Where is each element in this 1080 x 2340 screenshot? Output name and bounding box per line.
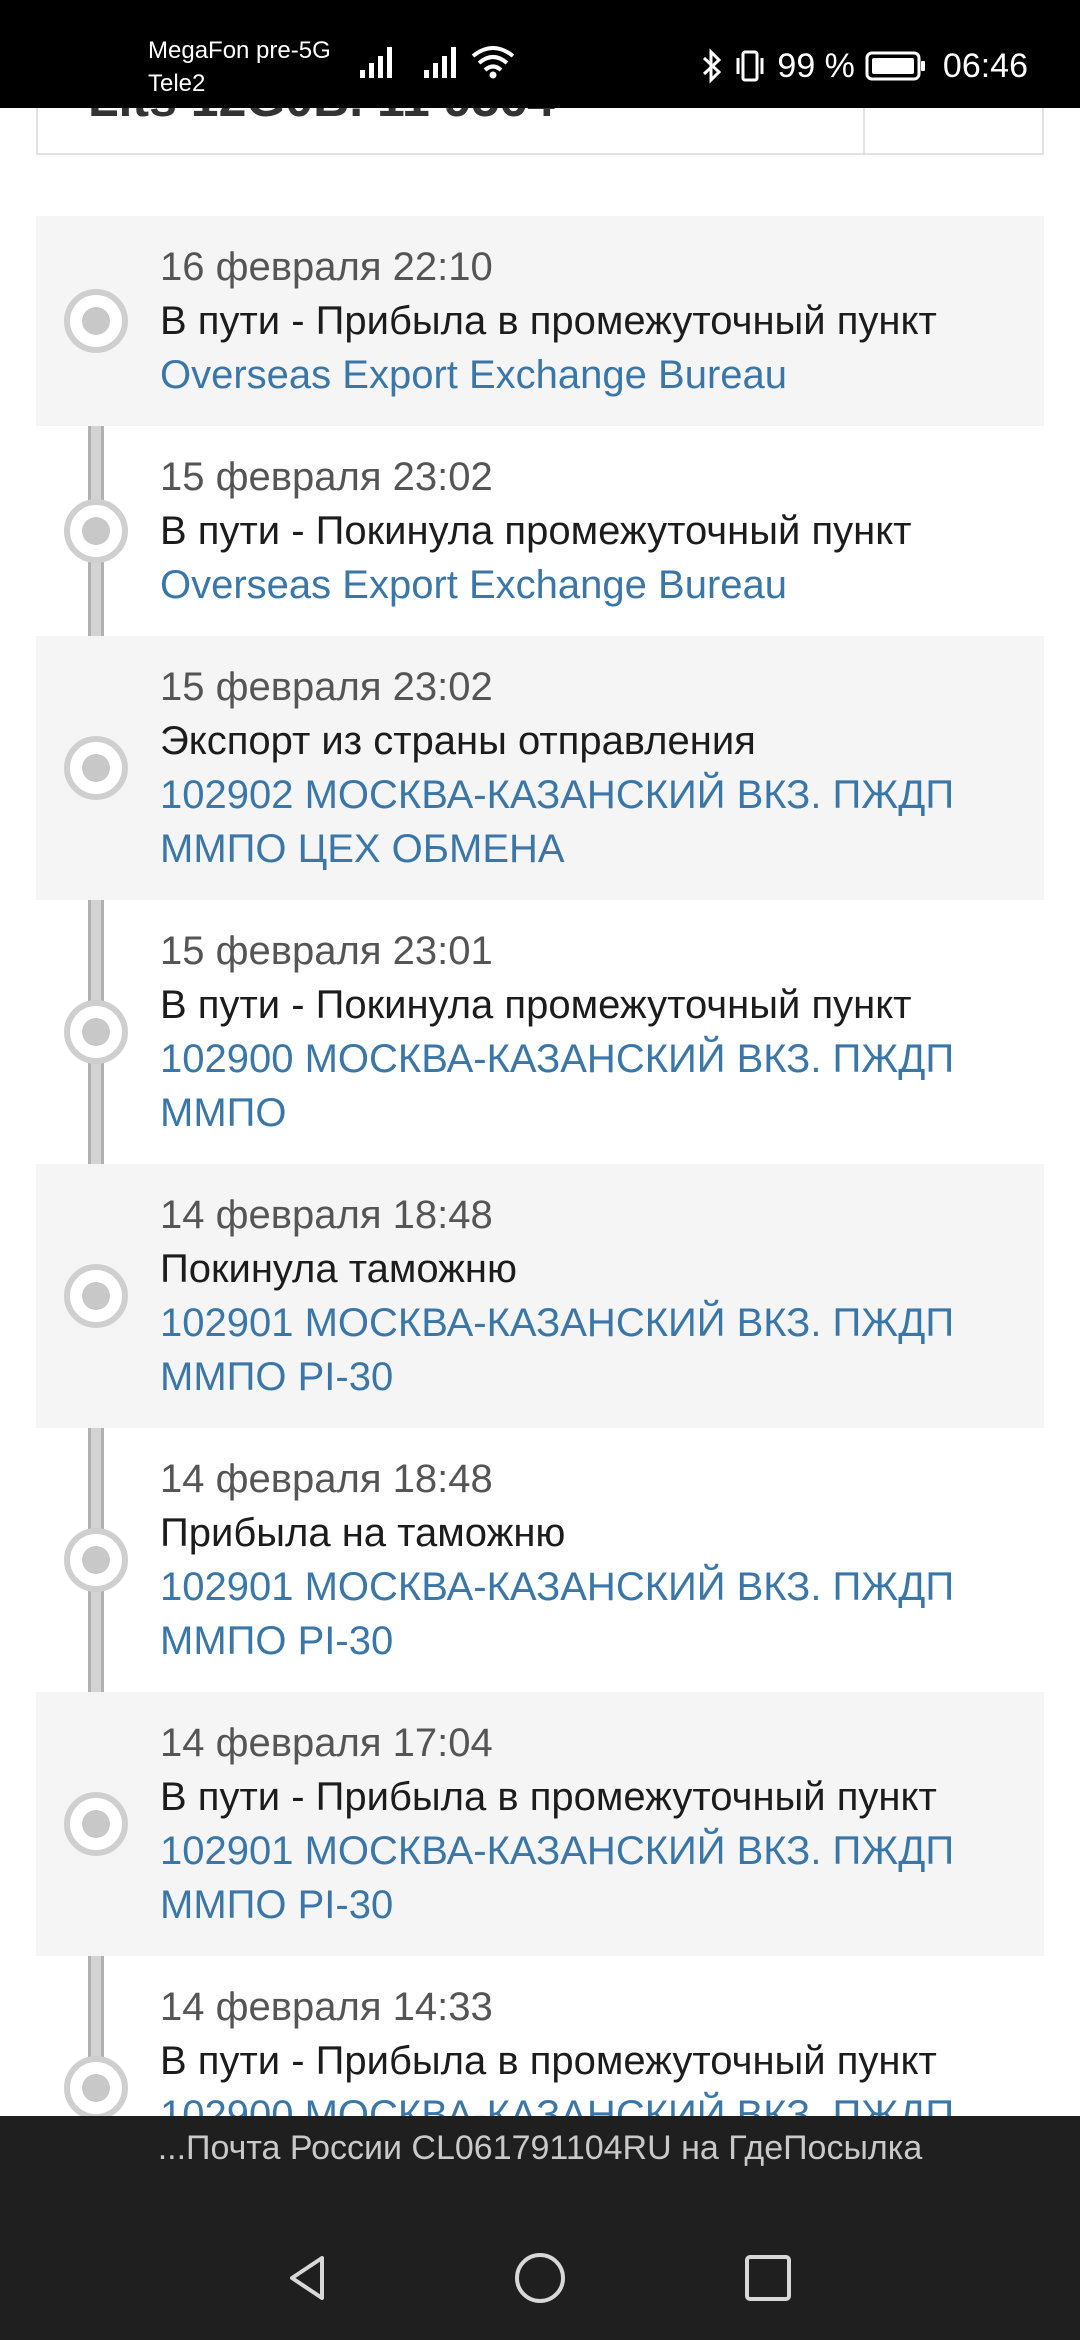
timeline-dot-icon (64, 736, 128, 800)
event-status: В пути - Прибыла в промежуточный пункт (160, 2039, 937, 2083)
timeline-event: 14 февраля 18:48 Покинула таможню 102901… (36, 1164, 1044, 1428)
event-status: В пути - Прибыла в промежуточный пункт (160, 299, 937, 343)
event-date: 14 февраля 14:33 (160, 1985, 493, 2029)
event-date: 14 февраля 18:48 (160, 1457, 493, 1501)
timeline-dot-icon (64, 1264, 128, 1328)
timeline-event: 16 февраля 22:10 В пути - Прибыла в пром… (36, 216, 1044, 426)
event-date: 15 февраля 23:02 (160, 455, 493, 499)
page-title-label: ...Почта России CL061791104RU на ГдеПосы… (157, 2129, 923, 2167)
event-place-link[interactable]: Overseas Export Exchange Bureau (160, 558, 1024, 612)
event-status: Прибыла на таможню (160, 1511, 566, 1555)
event-status: Экспорт из страны отправления (160, 719, 756, 763)
event-place-link[interactable]: 102901 МОСКВА-КАЗАНСКИЙ ВКЗ. ПЖДП ММПО P… (160, 1560, 1024, 1668)
event-date: 15 февраля 23:02 (160, 665, 493, 709)
carrier-name-secondary: Tele2 (148, 70, 206, 97)
timeline-event: 14 февраля 17:04 В пути - Прибыла в пром… (36, 1692, 1044, 1956)
clock: 06:46 (942, 46, 1028, 85)
timeline-event: 15 февраля 23:01 В пути - Покинула проме… (36, 900, 1044, 1164)
event-place-link[interactable]: 102902 МОСКВА-КАЗАНСКИЙ ВКЗ. ПЖДП ММПО Ц… (160, 768, 1024, 876)
status-indicators: 99 % 06:46 (701, 46, 1028, 86)
event-place-link[interactable]: 102901 МОСКВА-КАЗАНСКИЙ ВКЗ. ПЖДП ММПО P… (160, 1824, 1024, 1932)
timeline-dot-icon (64, 2056, 128, 2120)
event-status: В пути - Прибыла в промежуточный пункт (160, 1775, 937, 1819)
timeline-dot-icon (64, 289, 128, 353)
signal-icon (358, 44, 398, 80)
wifi-icon (470, 44, 516, 80)
vibrate-icon (733, 48, 767, 84)
home-button[interactable] (504, 2244, 576, 2316)
timeline-dot-icon (64, 1000, 128, 1064)
timeline-event: 15 февраля 23:02 Экспорт из страны отпра… (36, 636, 1044, 900)
back-button[interactable] (272, 2244, 344, 2316)
bluetooth-icon (701, 48, 723, 84)
battery-icon (865, 51, 927, 81)
carrier-info: MegaFon pre-5G Tele2 (148, 34, 331, 100)
event-date: 14 февраля 17:04 (160, 1721, 493, 1765)
timeline-dot-icon (64, 1792, 128, 1856)
signal-icon (422, 44, 462, 80)
bottom-bar: ...Почта России CL061791104RU на ГдеПосы… (0, 2116, 1080, 2340)
carrier-name-primary: MegaFon pre-5G (148, 37, 331, 64)
timeline-event: 14 февраля 18:48 Прибыла на таможню 1029… (36, 1428, 1044, 1692)
event-place-link[interactable]: Overseas Export Exchange Bureau (160, 348, 1024, 402)
event-status: В пути - Покинула промежуточный пункт (160, 983, 912, 1027)
back-icon (280, 2250, 336, 2311)
card-divider (863, 108, 865, 153)
tracking-timeline: 16 февраля 22:10 В пути - Прибыла в пром… (36, 216, 1044, 2220)
timeline-dot-icon (64, 1528, 128, 1592)
timeline-event: 15 февраля 23:02 В пути - Покинула проме… (36, 426, 1044, 636)
event-status: Покинула таможню (160, 1247, 518, 1291)
tracking-page: Lits 12G0B. 11 9564 16 февраля 22:10 В п… (0, 0, 1080, 2340)
event-date: 15 февраля 23:01 (160, 929, 493, 973)
timeline-dot-icon (64, 499, 128, 563)
battery-percent: 99 % (777, 46, 855, 85)
event-date: 14 февраля 18:48 (160, 1193, 493, 1237)
status-bar: MegaFon pre-5G Tele2 99 % 06:46 (0, 0, 1080, 108)
recents-button[interactable] (732, 2244, 804, 2316)
event-place-link[interactable]: 102900 МОСКВА-КАЗАНСКИЙ ВКЗ. ПЖДП ММПО (160, 1032, 1024, 1140)
recents-icon (740, 2250, 796, 2311)
event-status: В пути - Покинула промежуточный пункт (160, 509, 912, 553)
event-date: 16 февраля 22:10 (160, 245, 493, 289)
home-icon (512, 2250, 568, 2311)
event-place-link[interactable]: 102901 МОСКВА-КАЗАНСКИЙ ВКЗ. ПЖДП ММПО P… (160, 1296, 1024, 1404)
